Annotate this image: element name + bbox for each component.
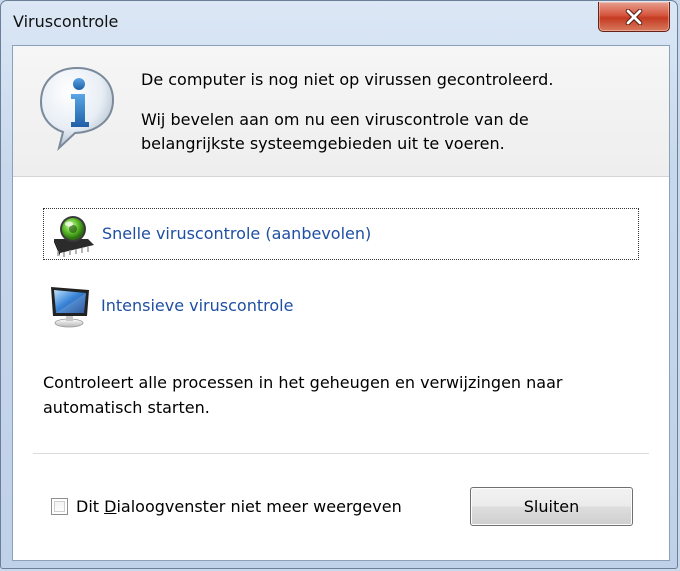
quick-scan-option[interactable]: Snelle viruscontrole (aanbevolen): [43, 208, 639, 260]
dont-show-again-checkbox[interactable]: [51, 498, 68, 515]
dialog-window: Viruscontrole De computer is nog niet op…: [0, 0, 678, 569]
footer-separator: [33, 453, 649, 454]
close-icon: [625, 8, 643, 25]
option-description: Controleert alle processen in het geheug…: [43, 373, 563, 417]
label-text-start: Dit: [76, 497, 105, 516]
window-title: Viruscontrole: [13, 12, 119, 31]
close-dialog-button[interactable]: Sluiten: [470, 487, 633, 526]
intensive-scan-option[interactable]: Intensieve viruscontrole: [43, 281, 639, 333]
dont-show-again-label[interactable]: Dit Dialoogvenster niet meer weergeven: [76, 497, 402, 516]
window-close-button[interactable]: [598, 2, 670, 32]
quick-scan-label: Snelle viruscontrole (aanbevolen): [102, 224, 372, 243]
chip-scan-icon: [54, 216, 94, 257]
dont-show-again-checkbox-group[interactable]: Dit Dialoogvenster niet meer weergeven: [51, 497, 402, 516]
header-recommendation-text: Wij bevelen aan om nu een viruscontrole …: [141, 110, 529, 153]
label-accelerator-key: D: [104, 497, 117, 516]
intensive-scan-label: Intensieve viruscontrole: [101, 296, 294, 315]
header-band: De computer is nog niet op virussen geco…: [13, 46, 669, 177]
monitor-icon: [51, 287, 89, 328]
info-icon: [39, 66, 115, 152]
header-status-text: De computer is nog niet op virussen geco…: [141, 70, 554, 89]
dialog-content: De computer is nog niet op virussen geco…: [12, 45, 670, 561]
label-text-end: ialoogvenster niet meer weergeven: [116, 497, 402, 516]
title-bar[interactable]: Viruscontrole: [1, 1, 677, 45]
